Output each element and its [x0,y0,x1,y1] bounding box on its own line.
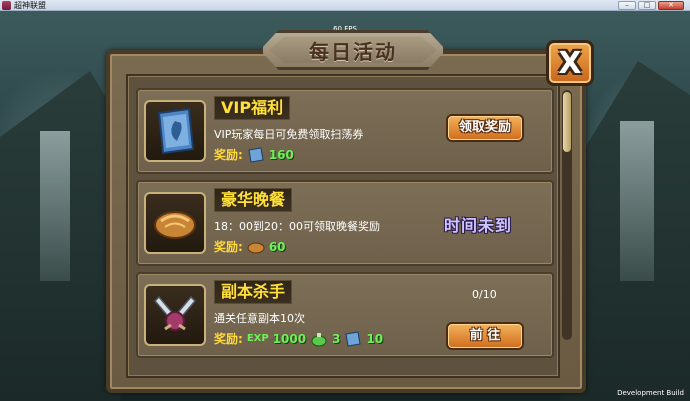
activity-icon-frame [144,100,206,162]
app-icon [2,1,11,10]
close-dialog-button[interactable]: X [546,40,594,86]
window-titlebar: 超神联盟 – □ ✕ [0,0,690,11]
close-window-button[interactable]: ✕ [658,1,684,10]
activity-description: VIP玩家每日可免费领取扫荡券 [214,128,364,141]
activity-list-scrollbar[interactable] [562,90,572,340]
dialog-title: 每日活动 [309,39,397,64]
activity-icon-frame [144,192,206,254]
activity-card-dinner: 豪华晚餐 18：00到20：00可领取晚餐奖励 奖励: 60 时间未到 [136,180,554,266]
potion-icon [311,332,327,346]
window-controls: – □ ✕ [618,1,684,10]
window-title: 超神联盟 [14,1,46,10]
sweep-ticket-icon [248,146,264,163]
exp-label: EXP [246,333,269,344]
bread-icon [154,211,196,239]
activity-name: 副本杀手 [214,280,293,304]
scroll-icon [157,107,195,155]
minimize-button[interactable]: – [618,1,636,10]
maximize-button[interactable]: □ [638,1,656,10]
activity-name: VIP福利 [214,96,291,120]
activity-card-dungeon-killer: 副本杀手 通关任意副本10次 0/10 奖励: EXP 1000 3 10 前 … [136,272,554,358]
reward-label: 奖励: [214,332,243,346]
activity-reward: 奖励: 60 [214,238,286,255]
daily-activities-dialog: 每日活动 VIP福利 VIP玩家每日可免费领取扫荡券 奖励: 160 领取奖励 … [106,30,586,393]
scrollbar-thumb[interactable] [563,92,571,152]
sweep-ticket-icon [345,330,362,347]
activity-description: 18：00到20：00可领取晚餐奖励 [214,220,380,233]
time-not-reached-status: 时间未到 [444,216,513,235]
activity-icon-frame [144,284,206,346]
bread-icon [247,242,265,253]
activity-list[interactable]: VIP福利 VIP玩家每日可免费领取扫荡券 奖励: 160 领取奖励 豪华晚餐 [126,74,560,378]
reward-label: 奖励: [214,148,243,162]
claim-reward-button[interactable]: 领取奖励 [446,114,524,142]
reward-value: 60 [268,239,286,254]
close-icon: X [558,45,582,81]
activity-progress: 0/10 [472,288,497,301]
activity-name: 豪华晚餐 [214,188,293,212]
reward-value: 1000 [272,331,307,346]
reward-label: 奖励: [214,240,243,254]
left-waterfall [40,131,70,281]
right-waterfall [620,121,654,281]
crossed-swords-icon [153,295,197,331]
activity-reward: 奖励: 160 [214,146,294,163]
reward-value: 160 [268,147,294,162]
development-build-label: Development Build [617,389,684,397]
dialog-title-plate: 每日活动 [260,30,446,70]
activity-reward: 奖励: EXP 1000 3 10 [214,330,383,347]
activity-card-vip: VIP福利 VIP玩家每日可免费领取扫荡券 奖励: 160 领取奖励 [136,88,554,174]
go-to-button[interactable]: 前 往 [446,322,524,350]
reward-value: 10 [366,331,384,346]
reward-value: 3 [332,331,341,346]
activity-description: 通关任意副本10次 [214,312,305,325]
